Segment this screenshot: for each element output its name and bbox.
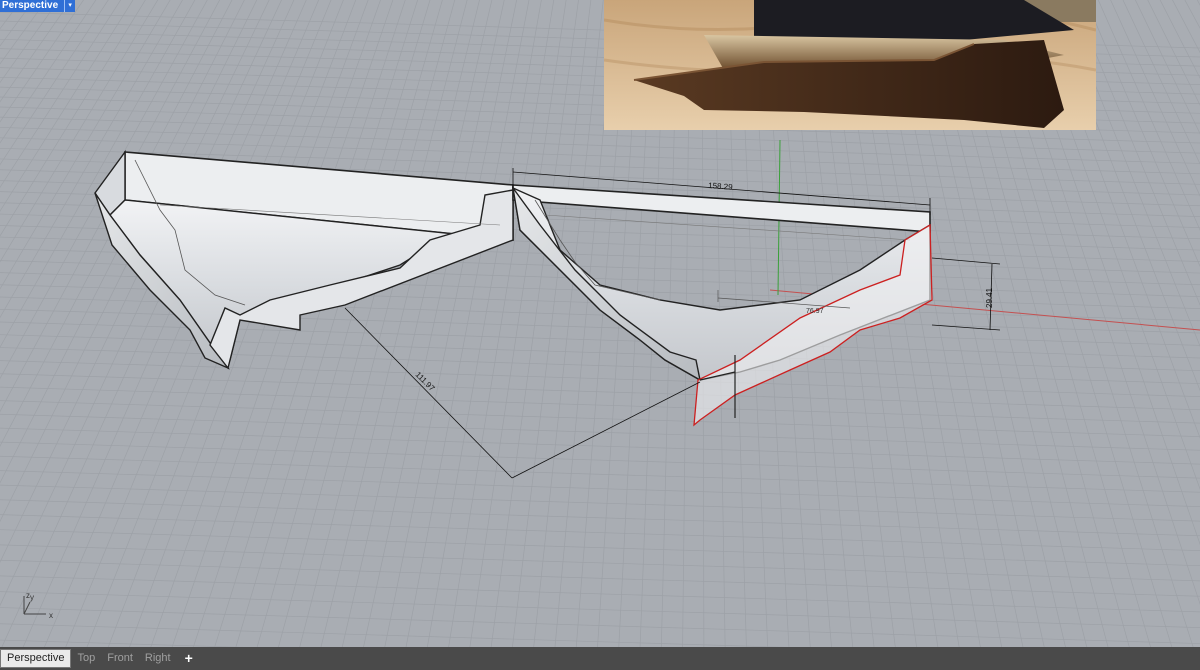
grid-line xyxy=(44,0,320,647)
perspective-viewport[interactable]: 158.29 111.97 29.41 76.97 Perspective ▾ … xyxy=(0,0,1200,647)
grid-line xyxy=(0,455,1200,493)
viewport-name-label[interactable]: Perspective xyxy=(0,0,65,12)
axis-x-label: x xyxy=(49,611,53,620)
tab-front[interactable]: Front xyxy=(101,650,139,667)
axis-y-label: y xyxy=(30,593,34,602)
viewport-tabs: Perspective Top Front Right + xyxy=(0,647,1200,670)
dimension-length-label: 158.29 xyxy=(708,181,734,192)
grid-line xyxy=(0,529,1200,567)
grid-line xyxy=(0,544,1200,582)
grid-line xyxy=(0,514,1200,551)
axis-z-label: z xyxy=(26,592,30,600)
dimension-height-label: 29.41 xyxy=(985,287,994,308)
grid-line xyxy=(0,400,1200,437)
grid-line xyxy=(0,623,788,647)
viewport-title[interactable]: Perspective ▾ xyxy=(0,0,76,12)
axis-gizmo-icon: x y z xyxy=(23,592,53,620)
viewport-menu-chevron-down-icon[interactable]: ▾ xyxy=(64,0,76,12)
grid-line xyxy=(0,499,1200,537)
tab-perspective[interactable]: Perspective xyxy=(0,649,72,668)
grid-line xyxy=(0,413,1200,451)
tab-top[interactable]: Top xyxy=(71,650,101,667)
grid-line xyxy=(0,484,1200,522)
right-molding-piece[interactable] xyxy=(512,184,933,427)
grid-line xyxy=(0,559,1200,597)
tab-right[interactable]: Right xyxy=(139,650,177,667)
grid-line xyxy=(0,386,1200,424)
add-tab-plus-icon[interactable]: + xyxy=(177,650,201,667)
grid-line xyxy=(0,591,1200,628)
grid-line xyxy=(0,470,1200,507)
reference-photo[interactable] xyxy=(604,0,1096,130)
dimension-inner-label: 76.97 xyxy=(806,308,824,315)
grid-line xyxy=(0,639,244,647)
